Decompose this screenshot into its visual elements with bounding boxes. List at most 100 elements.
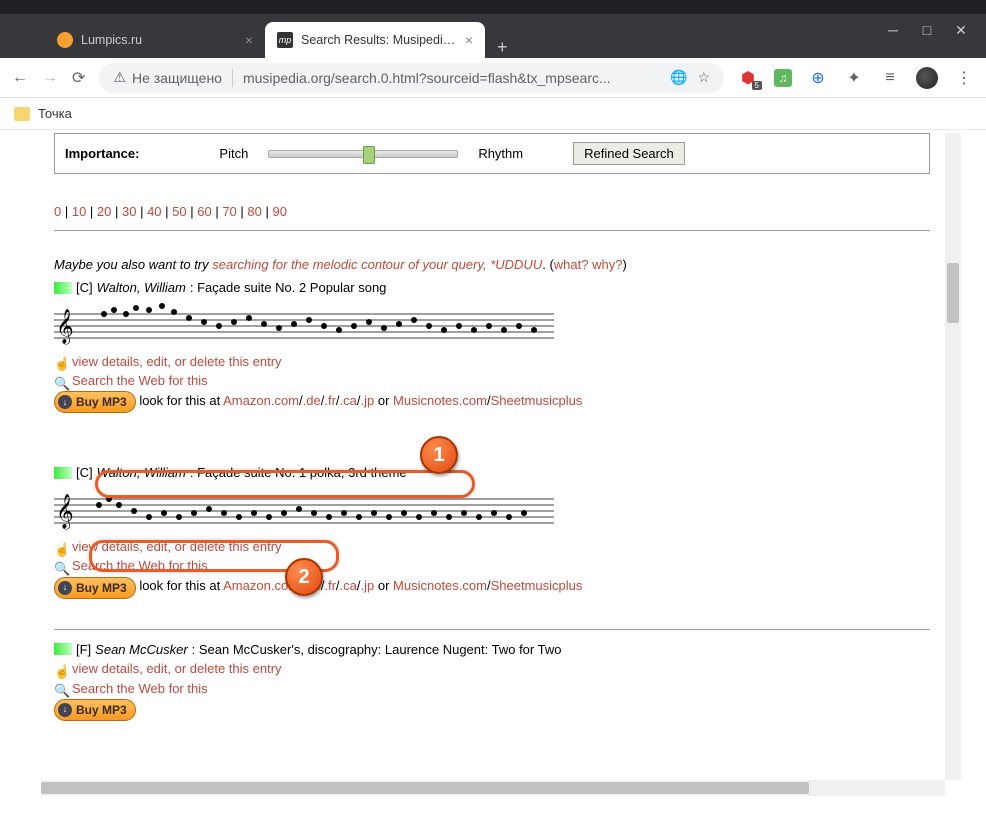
- amazon-fr-link[interactable]: .fr: [324, 393, 336, 408]
- search-web-link[interactable]: Search the Web for this: [72, 556, 208, 576]
- hand-icon: ☝: [54, 662, 66, 676]
- pagination: 0 | 10 | 20 | 30 | 40 | 50 | 60 | 70 | 8…: [54, 202, 930, 222]
- tab-lumpics[interactable]: Lumpics.ru ×: [45, 22, 265, 58]
- url-field[interactable]: ⚠ Не защищено musipedia.org/search.0.htm…: [99, 63, 724, 93]
- composer: Sean McCusker: [95, 640, 187, 660]
- tab-close-icon[interactable]: ×: [465, 32, 473, 48]
- magnifier-icon: 🔍: [54, 681, 66, 695]
- composer: Walton, William: [97, 463, 186, 483]
- amazon-jp-link[interactable]: .jp: [361, 393, 375, 408]
- ext-badge: 5: [752, 81, 762, 90]
- page-link[interactable]: 90: [272, 204, 286, 219]
- extension-globe-icon[interactable]: ⊕: [808, 68, 828, 88]
- close-button[interactable]: ✕: [954, 22, 968, 39]
- amazon-com-link[interactable]: Amazon.com: [223, 393, 299, 408]
- refined-search-button[interactable]: Refined Search: [573, 142, 685, 165]
- key-label: [F]: [76, 640, 91, 660]
- action-searchweb: 🔍 Search the Web for this: [54, 556, 930, 576]
- musicnotes-link[interactable]: Musicnotes.com: [393, 578, 487, 593]
- hand-icon: ☝: [54, 354, 66, 368]
- new-tab-button[interactable]: +: [485, 37, 520, 58]
- star-icon[interactable]: ☆: [697, 69, 710, 86]
- page-link[interactable]: 50: [172, 204, 186, 219]
- view-details-link[interactable]: view details, edit, or delete this entry: [72, 537, 282, 557]
- insecure-indicator[interactable]: ⚠ Не защищено: [113, 69, 222, 86]
- translate-icon[interactable]: 🌐: [670, 69, 687, 86]
- scrollbar-thumb[interactable]: [41, 782, 809, 794]
- view-details-link[interactable]: view details, edit, or delete this entry: [72, 659, 282, 679]
- action-searchweb: 🔍 Search the Web for this: [54, 679, 930, 699]
- extension-music-icon[interactable]: ♫: [774, 69, 792, 87]
- scrollbar-thumb[interactable]: [947, 263, 959, 323]
- page-link[interactable]: 60: [197, 204, 211, 219]
- amazon-ca-link[interactable]: .ca: [340, 578, 357, 593]
- musicnotes-link[interactable]: Musicnotes.com: [393, 393, 487, 408]
- page-link[interactable]: 80: [247, 204, 261, 219]
- extensions-icon[interactable]: ✦: [844, 68, 864, 88]
- lookfor-text: look for this at: [139, 578, 223, 593]
- importance-label: Importance:: [65, 144, 139, 164]
- reading-list-icon[interactable]: ≡: [880, 68, 900, 88]
- divider: [54, 230, 930, 231]
- page-link[interactable]: 70: [222, 204, 236, 219]
- piece-title: : Façade suite No. 1 polka, 3rd theme: [190, 463, 407, 483]
- piece-title: : Façade suite No. 2 Popular song: [190, 278, 387, 298]
- search-web-link[interactable]: Search the Web for this: [72, 371, 208, 391]
- magnifier-icon: 🔍: [54, 559, 66, 573]
- piece-title: : Sean McCusker's, discography: Laurence…: [192, 640, 562, 660]
- sheetmusicplus-link[interactable]: Sheetmusicplus: [491, 393, 583, 408]
- amazon-jp-link[interactable]: .jp: [361, 578, 375, 593]
- extension-adblock-icon[interactable]: ⬢5: [738, 68, 758, 88]
- toolbar-icons: ⬢5 ♫ ⊕ ✦ ≡ ⋮: [738, 67, 974, 89]
- tab-musipedia[interactable]: mp Search Results: Musipedia Melod ×: [265, 22, 485, 58]
- buy-mp3-button[interactable]: ↓Buy MP3: [54, 577, 136, 599]
- music-notation: 𝄞: [54, 485, 554, 535]
- minimize-button[interactable]: ─: [886, 22, 900, 39]
- pitch-label: Pitch: [219, 144, 248, 164]
- amazon-fr-link[interactable]: .fr: [324, 578, 336, 593]
- horizontal-scrollbar[interactable]: [41, 780, 945, 796]
- url-text: musipedia.org/search.0.html?sourceid=fla…: [243, 70, 660, 86]
- sheetmusicplus-link[interactable]: Sheetmusicplus: [491, 578, 583, 593]
- page-link[interactable]: 30: [122, 204, 136, 219]
- bookmark-item[interactable]: Точка: [38, 106, 72, 121]
- result-item: [F] Sean McCusker: Sean McCusker's, disc…: [54, 640, 930, 721]
- slider-handle[interactable]: [363, 146, 375, 164]
- search-web-link[interactable]: Search the Web for this: [72, 679, 208, 699]
- action-view: ☝ view details, edit, or delete this entr…: [54, 659, 930, 679]
- reload-button[interactable]: ⟳: [72, 68, 85, 88]
- download-icon: ↓: [58, 395, 72, 409]
- svg-text:𝄞: 𝄞: [56, 309, 74, 345]
- amazon-com-link[interactable]: Amazon.com: [223, 578, 299, 593]
- tab-close-icon[interactable]: ×: [245, 32, 253, 48]
- amazon-de-link[interactable]: .de: [303, 393, 321, 408]
- back-button[interactable]: ←: [12, 69, 28, 87]
- address-bar: ← → ⟳ ⚠ Не защищено musipedia.org/search…: [0, 58, 986, 98]
- whatwhy-link[interactable]: what? why?: [554, 257, 623, 272]
- favicon-lumpics: [57, 32, 73, 48]
- buy-mp3-button[interactable]: ↓Buy MP3: [54, 699, 136, 721]
- hand-icon: ☝: [54, 540, 66, 554]
- importance-slider[interactable]: [268, 150, 458, 158]
- maximize-button[interactable]: □: [920, 22, 934, 39]
- view-details-link[interactable]: view details, edit, or delete this entry: [72, 352, 282, 372]
- menu-icon[interactable]: ⋮: [954, 68, 974, 88]
- forward-button[interactable]: →: [42, 69, 58, 87]
- match-indicator: [54, 643, 72, 655]
- vertical-scrollbar[interactable]: [945, 133, 961, 780]
- window-titlebar: [0, 0, 986, 14]
- amazon-de-link[interactable]: .de: [303, 578, 321, 593]
- result-item: [C] Walton, William: Façade suite No. 2 …: [54, 278, 930, 413]
- lookfor-text: look for this at: [139, 393, 223, 408]
- profile-avatar[interactable]: [916, 67, 938, 89]
- divider: [232, 69, 233, 87]
- download-icon: ↓: [58, 581, 72, 595]
- contour-search-link[interactable]: searching for the melodic contour of you…: [212, 257, 542, 272]
- page-link[interactable]: 40: [147, 204, 161, 219]
- amazon-ca-link[interactable]: .ca: [340, 393, 357, 408]
- page-link[interactable]: 10: [72, 204, 86, 219]
- buy-mp3-button[interactable]: ↓Buy MP3: [54, 391, 136, 413]
- favicon-musipedia: mp: [277, 32, 293, 48]
- tab-title: Search Results: Musipedia Melod: [301, 33, 457, 47]
- page-link[interactable]: 20: [97, 204, 111, 219]
